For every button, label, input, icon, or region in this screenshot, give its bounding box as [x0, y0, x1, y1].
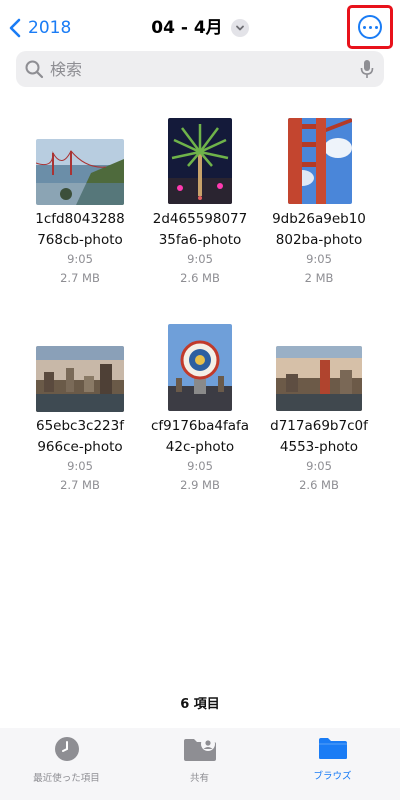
file-size: 2.6 MB [299, 478, 339, 492]
more-options-button[interactable] [347, 5, 393, 49]
file-size: 2.9 MB [180, 478, 220, 492]
file-name: 9db26a9eb10 [272, 211, 366, 227]
tab-shared[interactable]: 共有 [133, 736, 266, 784]
file-time: 9:05 [67, 459, 93, 473]
file-name: 65ebc3c223f [35, 418, 124, 434]
file-name: 4553-photo [279, 439, 359, 455]
file-time: 9:05 [187, 252, 213, 266]
back-label: 2018 [28, 18, 72, 38]
file-item[interactable]: 1cfd8043288 768cb-photo 9:05 2.7 MB [14, 110, 146, 290]
file-name: cf9176ba4fafa [150, 418, 249, 434]
chevron-left-icon [9, 18, 21, 38]
file-name: 35fa6-photo [158, 232, 242, 248]
file-name: 768cb-photo [37, 232, 123, 248]
file-time: 9:05 [187, 459, 213, 473]
file-item[interactable]: d717a69b7c0f 4553-photo 9:05 2.6 MB [253, 317, 385, 497]
search-input[interactable] [50, 59, 330, 79]
tab-browse-label: ブラウズ [313, 771, 352, 782]
file-time: 9:05 [306, 459, 332, 473]
search-bar [16, 51, 384, 87]
file-name: 1cfd8043288 [35, 211, 125, 227]
tab-recents[interactable]: 最近使った項目 [0, 736, 133, 784]
file-time: 9:05 [67, 252, 93, 266]
photo-thumbnail [276, 346, 362, 411]
file-item[interactable]: 2d465598077 35fa6-photo 9:05 2.6 MB [134, 110, 266, 290]
photo-thumbnail [36, 346, 124, 412]
search-icon [25, 60, 44, 79]
file-size: 2.6 MB [180, 271, 220, 285]
more-icon [358, 15, 382, 39]
chevron-down-icon [230, 19, 249, 37]
file-size: 2.7 MB [60, 478, 100, 492]
page-title: 04 - 4月 [151, 18, 223, 38]
file-size: 2.7 MB [60, 271, 100, 285]
navigation-bar: 2018 04 - 4月 [0, 0, 400, 54]
folder-title-button[interactable]: 04 - 4月 [151, 14, 249, 42]
file-name: 966ce-photo [37, 439, 123, 455]
photo-thumbnail [168, 324, 232, 411]
file-item[interactable]: cf9176ba4fafa 42c-photo 9:05 2.9 MB [134, 317, 266, 497]
item-count: 6 項目 [180, 697, 220, 712]
shared-folder-icon [183, 737, 216, 761]
file-name: 802ba-photo [275, 232, 363, 248]
back-button[interactable]: 2018 [8, 14, 71, 42]
folder-icon [318, 738, 347, 759]
file-size: 2 MB [304, 271, 334, 285]
file-name: 2d465598077 [152, 211, 248, 227]
file-item[interactable]: 9db26a9eb10 802ba-photo 9:05 2 MB [253, 110, 385, 290]
clock-icon [54, 737, 79, 761]
file-name: 42c-photo [165, 439, 235, 455]
file-item[interactable]: 65ebc3c223f 966ce-photo 9:05 2.7 MB [14, 317, 146, 497]
microphone-icon[interactable] [360, 59, 374, 79]
tab-shared-label: 共有 [189, 773, 209, 784]
photo-thumbnail [168, 118, 232, 204]
tab-recents-label: 最近使った項目 [33, 773, 100, 784]
file-name: d717a69b7c0f [270, 418, 368, 434]
photo-thumbnail [36, 139, 124, 205]
photo-thumbnail [288, 118, 352, 204]
tab-bar: 最近使った項目 共有 ブラウズ [0, 728, 400, 800]
tab-browse[interactable]: ブラウズ [266, 736, 399, 782]
file-time: 9:05 [306, 252, 332, 266]
